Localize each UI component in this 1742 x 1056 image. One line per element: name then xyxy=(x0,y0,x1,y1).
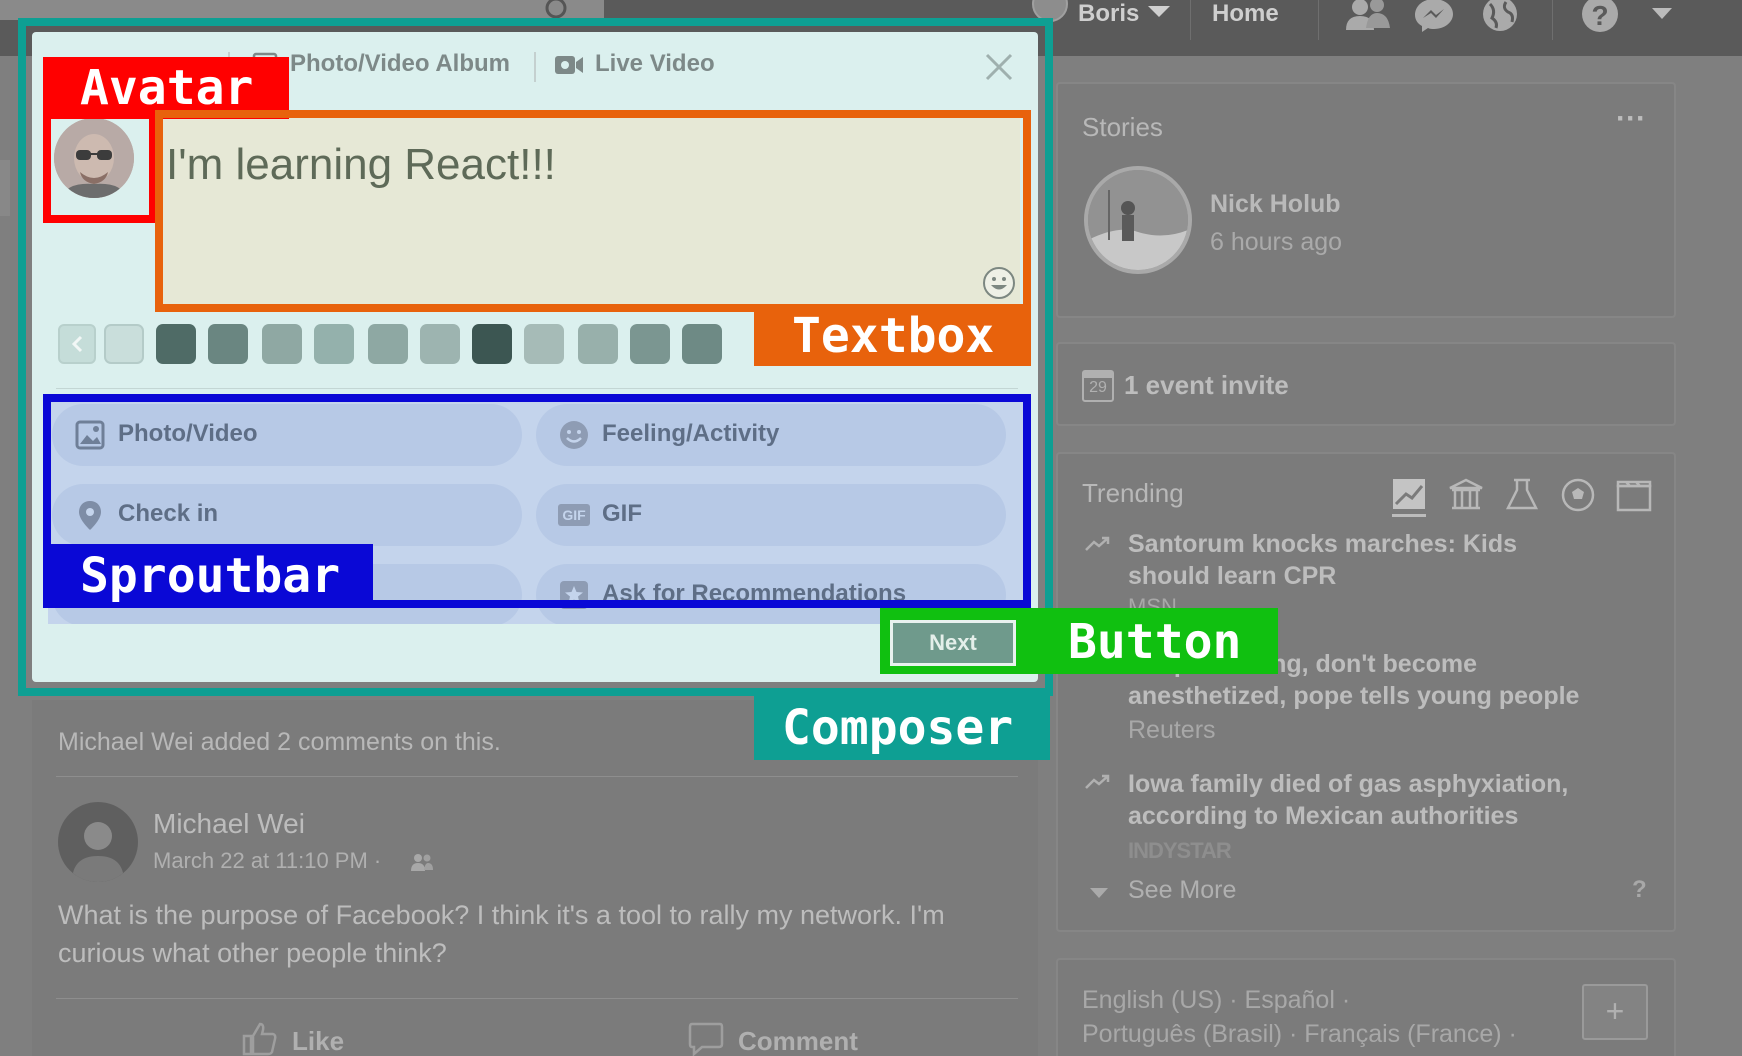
post-body-line-2: curious what other people think? xyxy=(58,938,447,968)
sports-icon[interactable] xyxy=(1560,478,1596,512)
add-language-button[interactable]: + xyxy=(1582,984,1648,1040)
story-avatar[interactable] xyxy=(1084,166,1192,274)
chevron-left-icon xyxy=(71,335,83,353)
calendar-icon: 29 xyxy=(1082,370,1114,402)
trending-chart-icon[interactable] xyxy=(1392,478,1428,518)
trending-headline[interactable]: Santorum knocks marches: Kids should lea… xyxy=(1128,528,1598,592)
background-swatch[interactable] xyxy=(630,324,670,364)
chevron-down-icon[interactable] xyxy=(1148,6,1170,17)
like-icon[interactable] xyxy=(242,1022,278,1056)
background-swatch[interactable] xyxy=(472,324,512,364)
trending-headline[interactable]: Iowa family died of gas asphyxiation, ac… xyxy=(1128,768,1628,832)
background-prev-button[interactable] xyxy=(58,324,96,364)
button-label: Button xyxy=(1068,614,1242,670)
trending-arrow-icon xyxy=(1085,536,1110,551)
science-icon[interactable] xyxy=(1504,478,1540,512)
nav-home-link[interactable]: Home xyxy=(1212,0,1279,28)
textbox-label: Textbox xyxy=(792,308,995,364)
tab-divider xyxy=(534,52,536,82)
left-rail-edge xyxy=(0,160,10,216)
trending-arrow-icon xyxy=(1085,774,1110,789)
story-author[interactable]: Nick Holub xyxy=(1210,190,1341,219)
post-divider xyxy=(56,998,1018,999)
events-card[interactable]: 29 1 event invite xyxy=(1056,342,1676,426)
languages-line-2[interactable]: Português (Brasil) · Français (France) · xyxy=(1082,1020,1517,1049)
help-icon[interactable]: ? xyxy=(1580,0,1620,34)
trending-title: Trending xyxy=(1082,478,1184,508)
post-body-line-1: What is the purpose of Facebook? I think… xyxy=(58,900,945,930)
nav-divider xyxy=(1552,0,1553,40)
account-menu-chevron-icon[interactable] xyxy=(1652,8,1672,19)
live-video-icon xyxy=(555,56,583,74)
background-swatch[interactable] xyxy=(368,324,408,364)
post-divider xyxy=(56,776,1018,777)
friend-requests-icon[interactable] xyxy=(1344,0,1392,32)
trending-source: Reuters xyxy=(1128,716,1216,744)
background-swatch[interactable] xyxy=(524,324,564,364)
background-swatch[interactable] xyxy=(420,324,460,364)
search-input[interactable] xyxy=(0,0,604,20)
trending-source-logo: INDYSTAR xyxy=(1128,838,1232,863)
background-picker xyxy=(58,322,798,366)
background-swatch[interactable] xyxy=(314,324,354,364)
entertainment-icon[interactable] xyxy=(1616,480,1652,512)
background-swatch[interactable] xyxy=(104,324,144,364)
languages-card: English (US) · Español · Português (Bras… xyxy=(1056,958,1676,1056)
svg-text:?: ? xyxy=(1591,0,1608,31)
audience-friends-icon[interactable] xyxy=(410,852,434,872)
post-activity-line: Michael Wei added 2 comments on this. xyxy=(58,728,501,756)
background-swatch[interactable] xyxy=(156,324,196,364)
trending-help[interactable]: ? xyxy=(1632,876,1647,904)
next-button[interactable]: Next xyxy=(890,620,1016,666)
languages-line-1[interactable]: English (US) · Español · xyxy=(1082,986,1350,1015)
see-more-link[interactable]: See More xyxy=(1128,876,1236,905)
story-time: 6 hours ago xyxy=(1210,228,1343,256)
globe-icon[interactable] xyxy=(1480,0,1520,32)
trending-card: Trending Santorum knocks marches: Kids s… xyxy=(1056,452,1676,932)
background-swatch[interactable] xyxy=(262,324,302,364)
comment-icon[interactable] xyxy=(688,1022,724,1056)
stories-card: Stories ··· Nick Holub 6 hours ago xyxy=(1056,82,1676,318)
calendar-date: 29 xyxy=(1089,379,1107,396)
composer-divider xyxy=(56,388,1018,389)
nav-divider xyxy=(1318,0,1319,40)
post-timestamp[interactable]: March 22 at 11:10 PM · xyxy=(153,848,381,874)
politics-icon[interactable] xyxy=(1448,478,1484,512)
like-button[interactable]: Like xyxy=(292,1026,344,1056)
post-author-avatar[interactable] xyxy=(58,802,138,882)
close-icon[interactable] xyxy=(984,52,1014,82)
background-swatch[interactable] xyxy=(682,324,722,364)
tab-live-video[interactable]: Live Video xyxy=(595,50,715,78)
post-author-name[interactable]: Michael Wei xyxy=(153,808,305,840)
textbox-highlight xyxy=(155,110,1031,312)
event-invite-label: 1 event invite xyxy=(1124,370,1289,400)
background-swatch[interactable] xyxy=(578,324,618,364)
background-swatch[interactable] xyxy=(208,324,248,364)
nav-user-name[interactable]: Boris xyxy=(1078,0,1139,28)
more-options-icon[interactable]: ··· xyxy=(1616,102,1646,136)
avatar-label: Avatar xyxy=(80,60,254,116)
tab-photo-video-album[interactable]: Photo/Video Album xyxy=(290,50,510,78)
sproutbar-label: Sproutbar xyxy=(80,548,341,604)
stories-title: Stories xyxy=(1082,112,1163,142)
messenger-icon[interactable] xyxy=(1414,0,1454,32)
composer-label: Composer xyxy=(782,700,1014,756)
see-more-chevron-icon[interactable] xyxy=(1090,888,1108,898)
nav-divider xyxy=(1190,0,1191,40)
comment-button[interactable]: Comment xyxy=(738,1026,858,1056)
